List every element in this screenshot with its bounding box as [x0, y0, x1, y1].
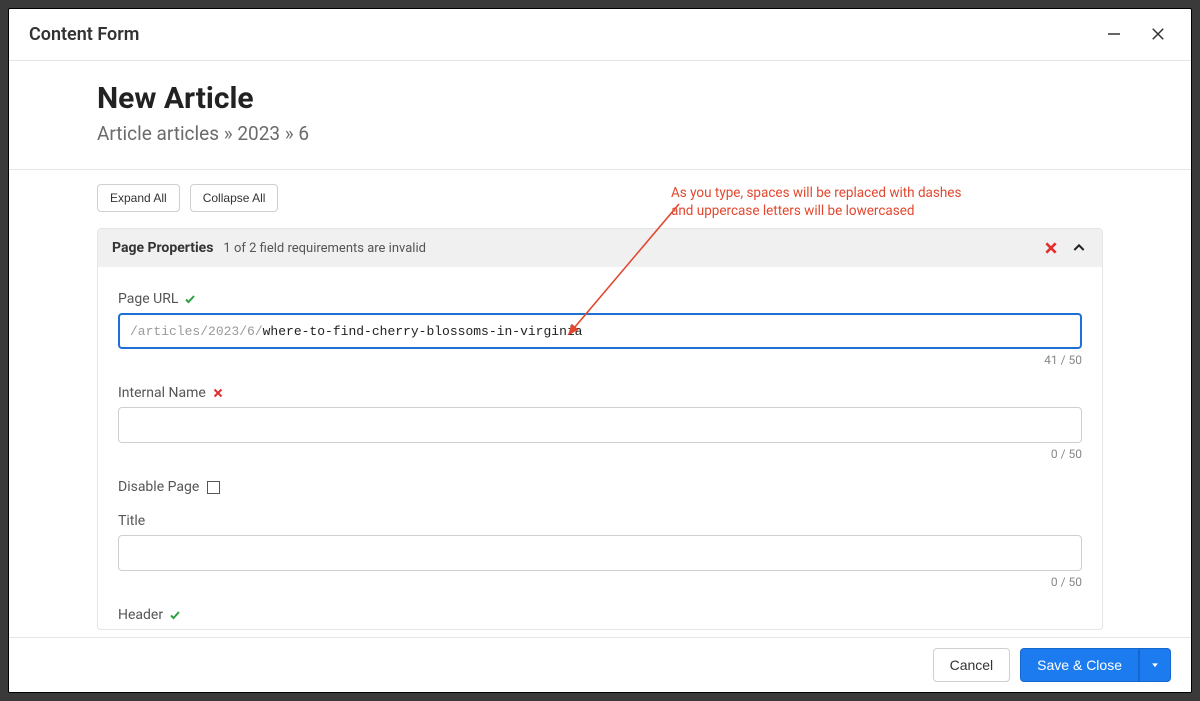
field-label-title: Title — [118, 513, 1082, 529]
field-label-header: Header — [118, 607, 1082, 623]
internal-name-input[interactable] — [118, 407, 1082, 443]
annotation-text: As you type, spaces will be replaced wit… — [671, 185, 961, 219]
annotation-callout: As you type, spaces will be replaced wit… — [671, 184, 981, 220]
save-close-dropdown[interactable] — [1139, 648, 1171, 682]
check-icon — [184, 293, 196, 305]
title-counter: 0 / 50 — [118, 575, 1082, 589]
title-input[interactable] — [118, 535, 1082, 571]
chevron-up-icon — [1071, 240, 1087, 256]
field-title: Title 0 / 50 — [118, 513, 1082, 589]
panel-subtitle: 1 of 2 field requirements are invalid — [223, 241, 426, 256]
disable-page-label: Disable Page — [118, 479, 199, 495]
panel-collapse-toggle[interactable] — [1070, 239, 1088, 257]
disable-page-checkbox[interactable] — [207, 481, 220, 494]
minimize-button[interactable] — [1101, 21, 1127, 47]
page-title: New Article — [97, 81, 1103, 116]
internal-name-counter: 0 / 50 — [118, 447, 1082, 461]
expand-all-button[interactable]: Expand All — [97, 184, 180, 212]
close-icon — [1149, 25, 1167, 43]
field-header: Header — [118, 607, 1082, 623]
close-button[interactable] — [1145, 21, 1171, 47]
page-header: New Article Article articles » 2023 » 6 — [9, 61, 1191, 170]
panel-header[interactable]: Page Properties 1 of 2 field requirement… — [98, 229, 1102, 267]
field-label-page-url: Page URL — [118, 291, 1082, 307]
page-url-input[interactable]: /articles/2023/6/where-to-find-cherry-bl… — [118, 313, 1082, 349]
x-icon — [212, 387, 224, 399]
panel-body: Page URL /articles/2023/6/where-to-find-… — [98, 267, 1102, 623]
page-url-prefix: /articles/2023/6/ — [130, 324, 263, 339]
field-page-url: Page URL /articles/2023/6/where-to-find-… — [118, 291, 1082, 367]
field-internal-name: Internal Name 0 / 50 — [118, 385, 1082, 461]
save-close-button-group: Save & Close — [1020, 648, 1171, 682]
field-label-internal-name: Internal Name — [118, 385, 1082, 401]
minimize-icon — [1105, 25, 1123, 43]
check-icon — [169, 609, 181, 621]
page-properties-panel: Page Properties 1 of 2 field requirement… — [97, 228, 1103, 630]
expand-collapse-row: Expand All Collapse All As you type, spa… — [9, 170, 1191, 222]
modal-body-scroll[interactable]: New Article Article articles » 2023 » 6 … — [9, 60, 1191, 638]
panel-title: Page Properties — [112, 240, 213, 256]
modal-header: Content Form — [9, 9, 1191, 60]
content-form-modal: Content Form New Article Article article… — [8, 8, 1192, 693]
modal-title: Content Form — [29, 24, 1101, 45]
caret-down-icon — [1150, 660, 1160, 670]
page-url-value: where-to-find-cherry-blossoms-in-virgini… — [263, 324, 583, 339]
save-close-button[interactable]: Save & Close — [1020, 648, 1139, 682]
collapse-all-button[interactable]: Collapse All — [190, 184, 279, 212]
breadcrumb: Article articles » 2023 » 6 — [97, 122, 1103, 145]
cancel-button[interactable]: Cancel — [933, 648, 1011, 682]
window-controls — [1101, 21, 1171, 47]
page-url-counter: 41 / 50 — [118, 353, 1082, 367]
panel-invalid-icon — [1042, 239, 1060, 257]
modal-footer: Cancel Save & Close — [9, 638, 1191, 692]
field-disable-page: Disable Page — [118, 479, 1082, 495]
